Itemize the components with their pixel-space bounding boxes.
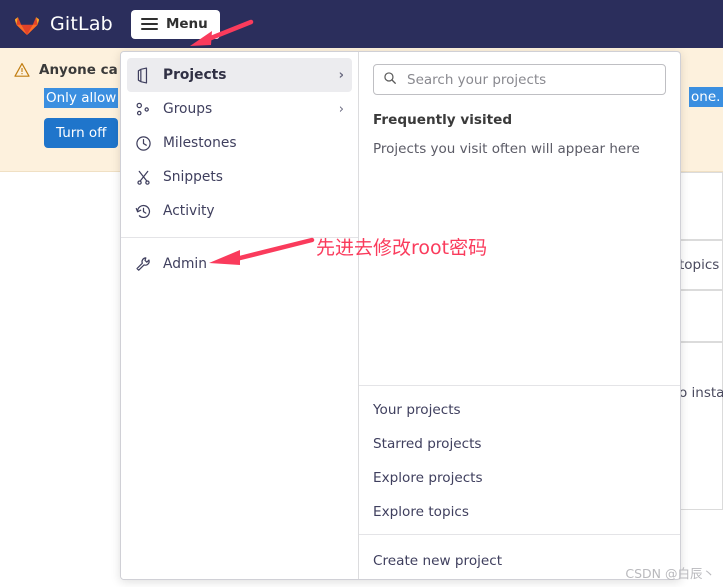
sidebar-item-projects[interactable]: Projects › <box>127 58 352 92</box>
csdn-watermark: CSDN @白辰丶 <box>625 566 715 581</box>
warning-triangle-icon <box>14 62 30 82</box>
frequently-visited-note: Projects you visit often will appear her… <box>373 141 640 157</box>
chevron-right-icon: › <box>338 67 344 83</box>
wrench-icon <box>135 256 152 273</box>
sidebar-item-milestones-label: Milestones <box>163 135 237 151</box>
background-card-topics-text: topics <box>679 257 720 273</box>
sidebar-item-activity[interactable]: Activity <box>127 194 352 228</box>
search-projects-field[interactable] <box>373 64 666 95</box>
sidebar-item-admin-label: Admin <box>163 256 207 272</box>
alert-title: Anyone ca <box>39 62 118 78</box>
alert-highlighted-text-right: one. A <box>689 87 723 107</box>
search-input[interactable] <box>405 70 656 89</box>
background-card-instance-text: o instan <box>679 385 723 401</box>
hamburger-icon <box>140 18 158 30</box>
history-icon <box>135 203 152 220</box>
chevron-right-icon: › <box>338 101 344 117</box>
sidebar-item-groups[interactable]: Groups › <box>127 92 352 126</box>
top-navbar: GitLab Menu <box>0 0 723 48</box>
sidebar-item-activity-label: Activity <box>163 203 215 219</box>
dropdown-nav-column: Projects › Groups › Milestones Snippets … <box>121 52 359 579</box>
sidebar-item-snippets-label: Snippets <box>163 169 223 185</box>
sidebar-item-snippets[interactable]: Snippets <box>127 160 352 194</box>
link-starred-projects[interactable]: Starred projects <box>373 436 482 452</box>
frequently-visited-title: Frequently visited <box>373 112 513 128</box>
groups-icon <box>135 101 152 118</box>
gitlab-tanuki-icon[interactable] <box>14 11 40 37</box>
scissors-icon <box>135 169 152 186</box>
screenshot-root: topics o instan Anyone ca Only allow Tur… <box>0 0 723 587</box>
project-icon <box>135 66 152 84</box>
sidebar-item-admin[interactable]: Admin <box>127 247 352 281</box>
alert-highlighted-text: Only allow <box>44 88 119 108</box>
sidebar-item-projects-label: Projects <box>163 67 227 83</box>
dropdown-content-column: Frequently visited Projects you visit of… <box>359 52 680 579</box>
link-your-projects[interactable]: Your projects <box>373 402 461 418</box>
menu-button[interactable]: Menu <box>130 9 220 39</box>
link-explore-projects[interactable]: Explore projects <box>373 470 483 486</box>
menu-button-label: Menu <box>165 16 208 32</box>
link-explore-topics[interactable]: Explore topics <box>373 504 469 520</box>
clock-icon <box>135 135 152 152</box>
links-divider-top <box>359 385 680 386</box>
search-icon <box>383 70 397 89</box>
menu-dropdown-panel: Projects › Groups › Milestones Snippets … <box>120 51 681 580</box>
links-divider-bottom <box>359 534 680 535</box>
turn-off-button[interactable]: Turn off <box>44 118 119 148</box>
nav-divider <box>121 237 358 238</box>
gitlab-brand-text: GitLab <box>50 13 113 35</box>
sidebar-item-groups-label: Groups <box>163 101 213 117</box>
link-create-new-project[interactable]: Create new project <box>373 553 502 569</box>
sidebar-item-milestones[interactable]: Milestones <box>127 126 352 160</box>
